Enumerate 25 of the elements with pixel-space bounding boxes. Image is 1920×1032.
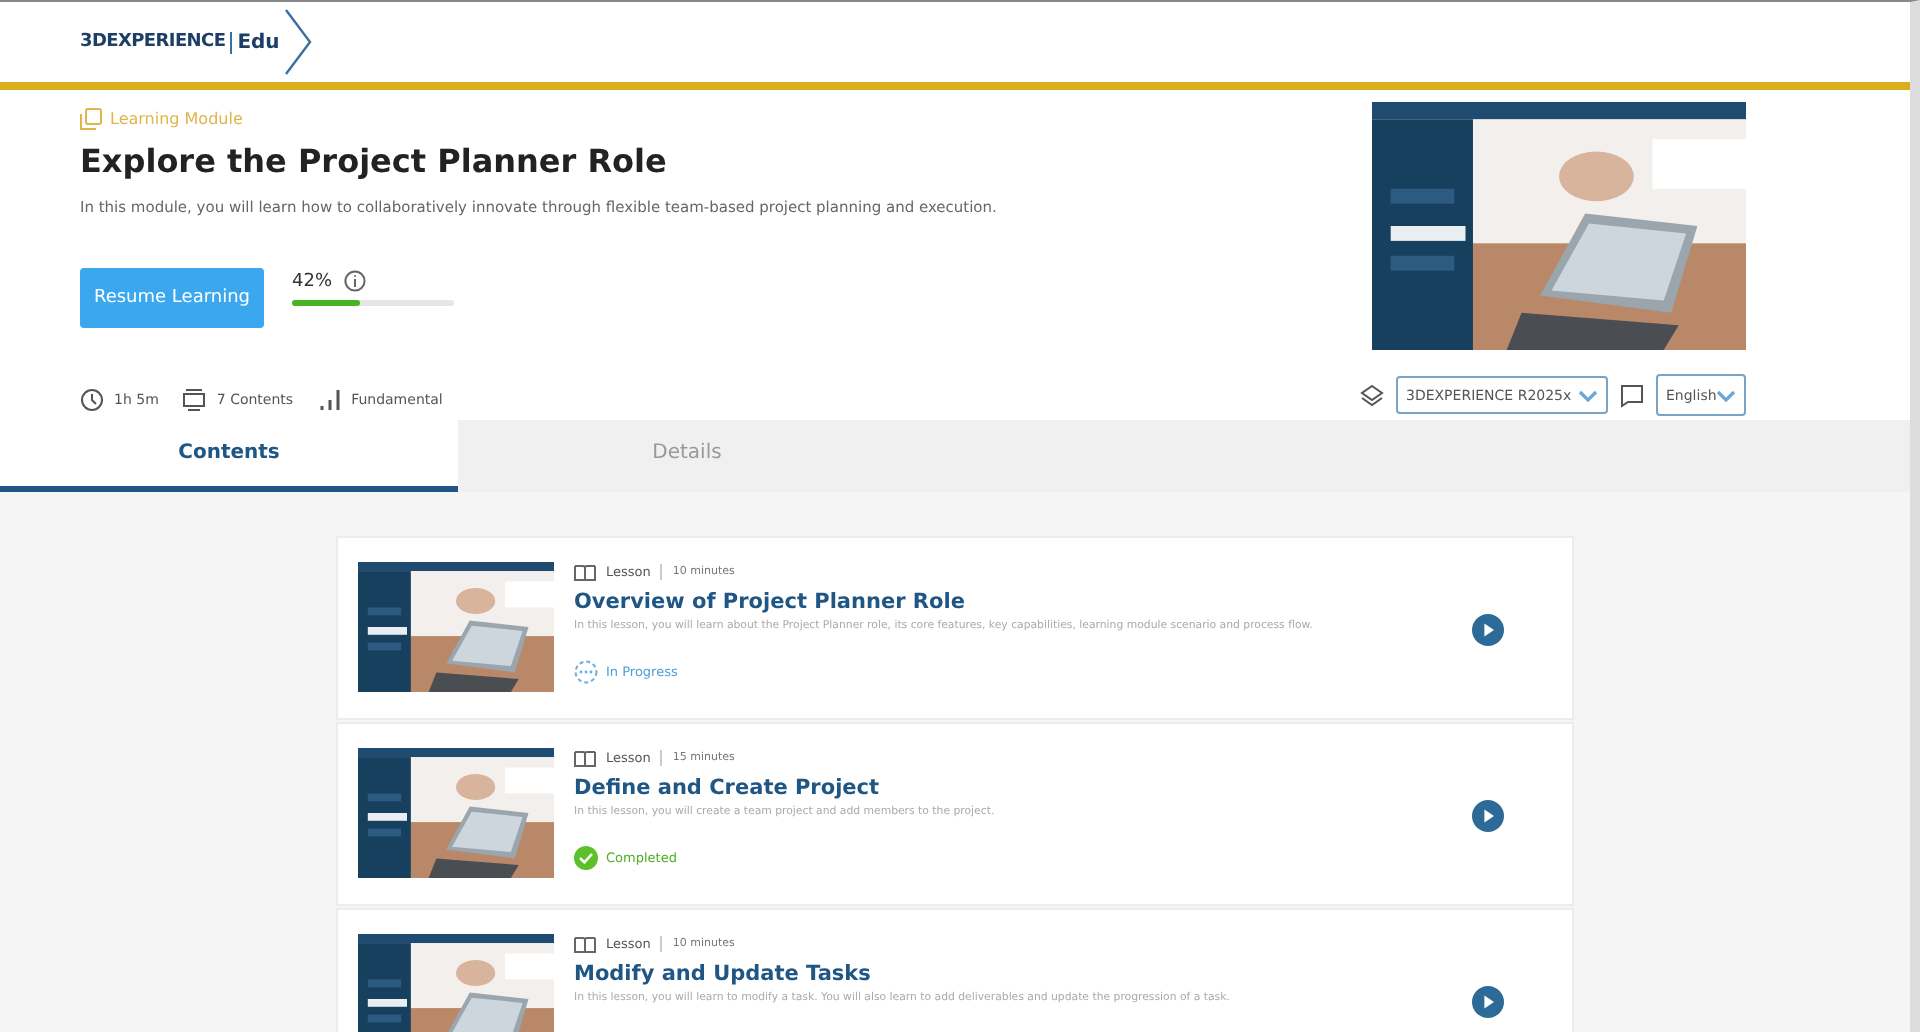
chevron-down-icon (1578, 389, 1598, 401)
lesson-title[interactable]: Define and Create Project (574, 776, 1472, 800)
logo[interactable]: 3DEXPERIENCE Edu (80, 8, 312, 76)
book-icon (574, 563, 596, 581)
lesson-title[interactable]: Overview of Project Planner Role (574, 590, 1472, 614)
category-label: Learning Module (110, 109, 243, 127)
chevron-down-icon (1716, 389, 1737, 401)
comment-icon (1620, 383, 1644, 407)
layers-icon (1360, 383, 1384, 407)
bars-icon (317, 388, 342, 412)
play-icon (1472, 986, 1504, 1018)
progress-percent: 42% (292, 271, 333, 291)
play-icon (1472, 800, 1504, 832)
play-icon (1472, 614, 1504, 646)
clock-icon (80, 388, 104, 412)
module-title: Explore the Project Planner Role (80, 142, 669, 180)
lesson-title[interactable]: Modify and Update Tasks (574, 962, 1472, 986)
info-icon (344, 270, 367, 292)
dotted-circle-icon (574, 660, 598, 684)
check-circle-icon (574, 846, 598, 870)
book-icon (574, 749, 596, 767)
module-icon (80, 107, 102, 129)
tab[interactable]: Contents (0, 420, 458, 492)
monitor-icon (182, 388, 207, 412)
book-icon (574, 935, 596, 953)
